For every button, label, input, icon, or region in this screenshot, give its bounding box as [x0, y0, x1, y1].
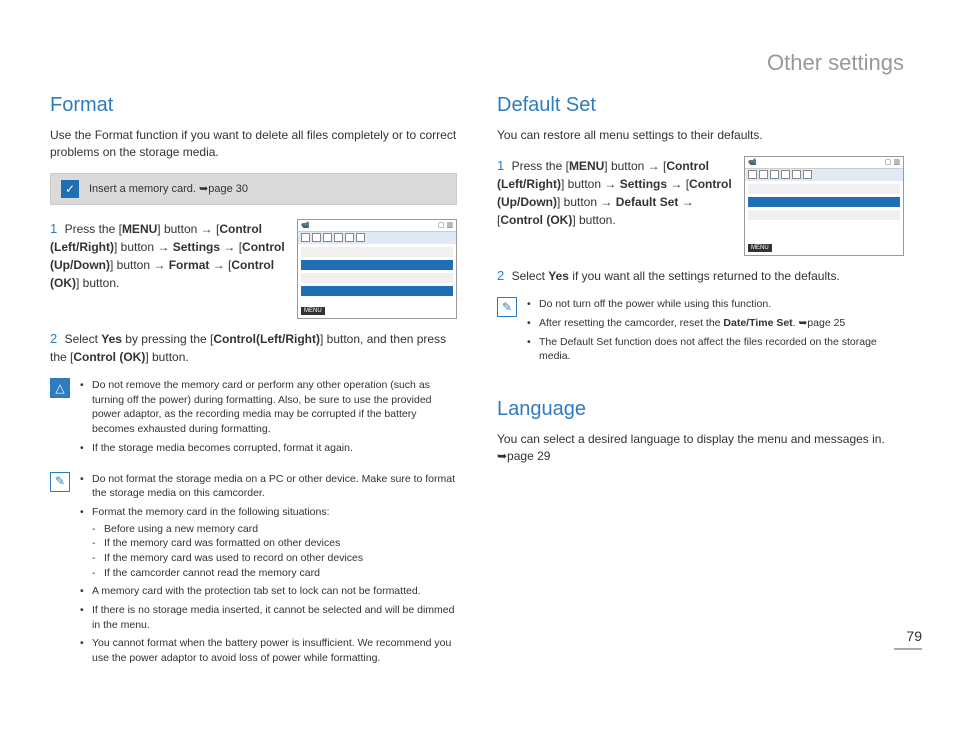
mini-icon	[356, 233, 365, 242]
mini-icon	[803, 170, 812, 179]
info-subitem: If the memory card was formatted on othe…	[92, 536, 457, 551]
page-header: Other settings	[50, 50, 904, 76]
warning-icon: △	[50, 378, 70, 398]
screenshot-list-item	[301, 286, 453, 296]
step-number: 2	[497, 268, 504, 283]
screenshot-list-item	[748, 197, 900, 207]
screenshot-list-item	[748, 210, 900, 220]
mini-icon	[748, 170, 757, 179]
format-step1: 1 Press the [MENU] button → [Control (Le…	[50, 219, 285, 319]
right-column: Default Set You can restore all menu set…	[497, 94, 904, 670]
warning-item: If the storage media becomes corrupted, …	[80, 441, 457, 456]
info-item: You cannot format when the battery power…	[80, 636, 457, 665]
info-block: ✎ Do not format the storage media on a P…	[50, 472, 457, 670]
screenshot-list-item	[301, 260, 453, 270]
menu-tag: MENU	[748, 244, 772, 252]
note-item: Do not turn off the power while using th…	[527, 297, 904, 312]
screenshot-list-item	[301, 247, 453, 257]
format-heading: Format	[50, 94, 457, 117]
default-set-heading: Default Set	[497, 94, 904, 117]
format-intro: Use the Format function if you want to d…	[50, 127, 457, 161]
mini-icon	[345, 233, 354, 242]
default-set-intro: You can restore all menu settings to the…	[497, 127, 904, 144]
warning-item: Do not remove the memory card or perform…	[80, 378, 457, 437]
memo-text: Insert a memory card. ➥page 30	[89, 182, 248, 195]
info-subitem: Before using a new memory card	[92, 522, 457, 537]
step-number: 2	[50, 331, 57, 346]
mini-icon	[301, 233, 310, 242]
mini-icon	[323, 233, 332, 242]
info-item: If there is no storage media inserted, i…	[80, 603, 457, 632]
info-subitem: If the camcorder cannot read the memory …	[92, 566, 457, 581]
step-number: 1	[497, 158, 504, 173]
info-icon: ✎	[497, 297, 517, 317]
left-column: Format Use the Format function if you wa…	[50, 94, 457, 670]
page-number: 79	[894, 628, 922, 650]
mini-icon	[312, 233, 321, 242]
default-set-screenshot: 📹▢ ▥ MENU	[744, 156, 904, 256]
mini-icon	[781, 170, 790, 179]
memo-box: ✓ Insert a memory card. ➥page 30	[50, 173, 457, 205]
info-item: Do not format the storage media on a PC …	[80, 472, 457, 501]
default-set-notes: ✎ Do not turn off the power while using …	[497, 297, 904, 368]
mini-icon	[792, 170, 801, 179]
info-item: Format the memory card in the following …	[80, 505, 457, 580]
mini-icon	[334, 233, 343, 242]
format-screenshot: 📹▢ ▥ MENU	[297, 219, 457, 319]
warning-block: △ Do not remove the memory card or perfo…	[50, 378, 457, 459]
default-set-step2: 2 Select Yes if you want all the setting…	[497, 266, 904, 286]
language-heading: Language	[497, 398, 904, 421]
screenshot-list-item	[301, 273, 453, 283]
check-icon: ✓	[61, 180, 79, 198]
step-number: 1	[50, 221, 57, 236]
language-intro: You can select a desired language to dis…	[497, 431, 904, 465]
menu-tag: MENU	[301, 307, 325, 315]
info-icon: ✎	[50, 472, 70, 492]
mini-icon	[770, 170, 779, 179]
info-item: A memory card with the protection tab se…	[80, 584, 457, 599]
note-item: The Default Set function does not affect…	[527, 335, 904, 364]
note-item: After resetting the camcorder, reset the…	[527, 316, 904, 331]
mini-icon	[759, 170, 768, 179]
format-step2: 2 Select Yes by pressing the [Control(Le…	[50, 329, 457, 367]
info-subitem: If the memory card was used to record on…	[92, 551, 457, 566]
default-set-step1: 1 Press the [MENU] button → [Control (Le…	[497, 156, 732, 256]
screenshot-list-item	[748, 184, 900, 194]
